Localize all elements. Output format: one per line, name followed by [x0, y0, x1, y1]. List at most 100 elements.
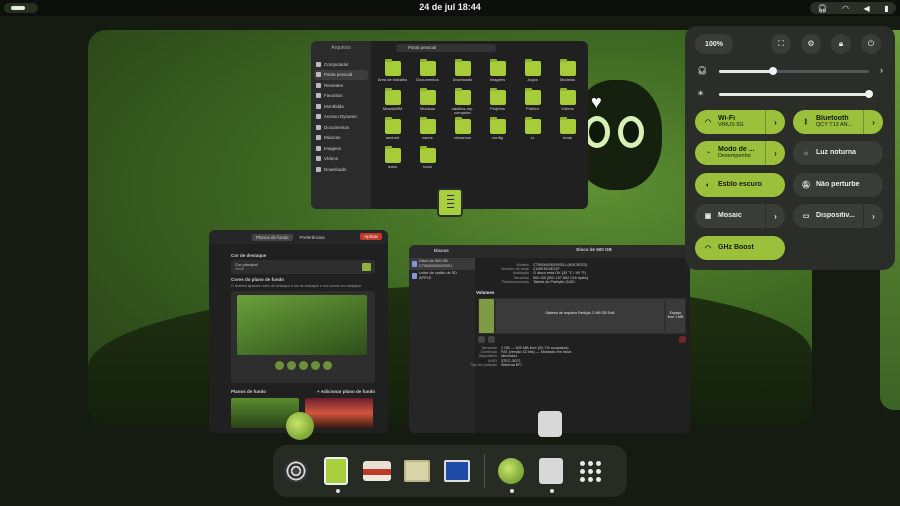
- folder-item[interactable]: Área de trabalho: [375, 59, 410, 86]
- color-swatch[interactable]: [310, 361, 320, 370]
- accent-swatch[interactable]: [362, 263, 371, 271]
- dock-app[interactable]: [323, 456, 350, 493]
- folder-item[interactable]: Jogos: [515, 59, 550, 86]
- color-swatch[interactable]: [322, 361, 332, 370]
- quick-toggle[interactable]: ◠ GHz Boost: [695, 236, 785, 260]
- folder-item[interactable]: cache: [410, 117, 445, 144]
- sidebar-item[interactable]: Downloads: [311, 164, 371, 175]
- lock-button[interactable]: 🔒︎: [831, 34, 851, 54]
- quick-toggle[interactable]: ☼ Luz noturna: [793, 141, 883, 165]
- folder-item[interactable]: Documentos: [410, 59, 445, 86]
- folder-item[interactable]: Imagens: [480, 59, 515, 86]
- path-bar[interactable]: Pasta pessoal: [396, 44, 496, 52]
- folder-item[interactable]: Músicas: [410, 88, 445, 115]
- color-swatch[interactable]: [286, 361, 296, 370]
- chevron-right-icon[interactable]: ›: [765, 110, 785, 134]
- sidebar-item[interactable]: Montfalda: [311, 101, 371, 112]
- dock-app[interactable]: [362, 456, 391, 486]
- quick-toggle[interactable]: ▭ Dispositiv... ›: [793, 204, 883, 228]
- screenshot-button[interactable]: ⛶: [771, 34, 791, 54]
- disk-item[interactable]: Leitor de cartão de SD APPLE: [409, 270, 475, 282]
- battery-button[interactable]: 100%: [695, 34, 733, 54]
- apply-button[interactable]: Aplicar: [360, 233, 382, 240]
- quick-toggle[interactable]: ᛒ Bluetooth QCY T13 AN... ›: [793, 110, 883, 134]
- folder-item[interactable]: cinnamon: [445, 117, 480, 144]
- volumes-label: Volumes: [476, 290, 495, 295]
- sidebar-item[interactable]: Pasta pessoal: [314, 69, 368, 80]
- tab-preferences[interactable]: Preferências: [296, 234, 329, 241]
- info-value: Sistema EFI: [501, 362, 522, 367]
- bg-colors-title: Cores do plano de fundo: [231, 277, 284, 282]
- sidebar-item[interactable]: Favoritos: [311, 91, 371, 102]
- quick-toggle[interactable]: 🔕︎ Não perturbe: [793, 173, 883, 197]
- wallpaper-settings-window[interactable]: Planos de fundo Preferências Aplicar Cor…: [209, 230, 388, 433]
- volume-partition-1[interactable]: [478, 298, 495, 334]
- sidebar-item[interactable]: Acesso Dynamic: [311, 112, 371, 123]
- chevron-right-icon[interactable]: ›: [863, 204, 883, 228]
- show-apps-button[interactable]: [577, 456, 604, 486]
- dock-app[interactable]: [497, 456, 524, 493]
- volume-slider[interactable]: 🎧︎ ›: [697, 65, 883, 76]
- folder-item[interactable]: config: [480, 117, 515, 144]
- folder-item[interactable]: fonts: [550, 117, 585, 144]
- quick-toggle[interactable]: ◐ Estilo escuro: [695, 173, 785, 197]
- folder-item[interactable]: Modelos: [550, 59, 585, 86]
- background-thumbnail[interactable]: [305, 398, 373, 428]
- clock[interactable]: 24 de jul 18:44: [0, 2, 900, 12]
- dock-app[interactable]: [404, 456, 431, 486]
- folder-item[interactable]: Projetos: [480, 88, 515, 115]
- color-swatch[interactable]: [298, 361, 308, 370]
- dock-app[interactable]: [537, 456, 564, 493]
- toggle-sublabel: Desempenho: [718, 153, 751, 159]
- running-indicator: [510, 489, 515, 493]
- chevron-right-icon[interactable]: ›: [880, 65, 883, 75]
- stop-icon[interactable]: [478, 336, 485, 343]
- volume-free-space[interactable]: Espaço livre 1 MB: [665, 298, 686, 334]
- folder-item[interactable]: Downloads: [445, 59, 480, 86]
- files-window[interactable]: Arquivos Computador Pasta pessoal Recentes…: [311, 41, 588, 209]
- brightness-knob[interactable]: [865, 90, 873, 98]
- place-icon: [316, 114, 321, 120]
- folder-item[interactable]: android: [375, 117, 410, 144]
- chevron-right-icon[interactable]: ›: [863, 110, 883, 134]
- quick-toggle[interactable]: ◔ Modo de ... Desempenho ›: [695, 141, 785, 165]
- settings-header: Planos de fundo Preferências Aplicar: [209, 230, 388, 244]
- sidebar-item[interactable]: Músicas: [311, 133, 371, 144]
- volume-partition-2[interactable]: Sistema de arquivos Partição 2 499 GB Ex…: [495, 298, 665, 334]
- sidebar-item[interactable]: Documentos: [311, 122, 371, 133]
- sidebar-item[interactable]: Imagens: [311, 143, 371, 154]
- folder-item[interactable]: cr: [515, 117, 550, 144]
- settings-gear-button[interactable]: ⚙: [801, 34, 821, 54]
- disks-title: Discos: [434, 248, 449, 253]
- volume-knob[interactable]: [769, 67, 777, 75]
- chevron-right-icon[interactable]: ›: [765, 204, 785, 228]
- add-background-button[interactable]: + Adicionar plano de fundo: [317, 389, 375, 394]
- settings-icon[interactable]: [488, 336, 495, 343]
- delete-icon[interactable]: [679, 336, 686, 343]
- folder-item[interactable]: nautilus-my-computer: [445, 88, 480, 115]
- sidebar-item[interactable]: Computador: [311, 59, 371, 70]
- place-icon: [316, 103, 321, 109]
- sidebar-item[interactable]: Vídeos: [311, 154, 371, 165]
- disk-item[interactable]: Disco de 500 GB CT500MX500SSD1: [409, 258, 475, 270]
- chevron-right-icon[interactable]: ›: [765, 141, 785, 165]
- folder-item[interactable]: Público: [515, 88, 550, 115]
- brightness-slider[interactable]: ☀: [697, 89, 877, 99]
- quick-toggle[interactable]: ◠ Wi-Fi VIRUS 5G ›: [695, 110, 785, 134]
- dock-app[interactable]: [444, 456, 471, 486]
- folder-item[interactable]: MosaicMM: [375, 88, 410, 115]
- disk-item-sub: APPLE: [419, 275, 432, 280]
- toggle-label: GHz Boost: [718, 244, 754, 252]
- tab-backgrounds[interactable]: Planos de fundo: [252, 233, 293, 241]
- dock-app[interactable]: [283, 456, 310, 486]
- quick-toggle[interactable]: ▣ Mosaic ›: [695, 204, 785, 228]
- sidebar-item[interactable]: Recentes: [311, 80, 371, 91]
- folder-item[interactable]: icons: [375, 146, 410, 173]
- color-swatch[interactable]: [274, 361, 284, 370]
- battery-level: 100%: [705, 40, 723, 48]
- folder-item[interactable]: Vídeos: [550, 88, 585, 115]
- system-tray[interactable]: 🎧︎ ◠ ◀︎ ▮: [810, 2, 896, 14]
- power-button[interactable]: ⏻: [861, 34, 881, 54]
- accent-row[interactable]: Cor principal Verde: [231, 260, 375, 274]
- folder-item[interactable]: local: [410, 146, 445, 173]
